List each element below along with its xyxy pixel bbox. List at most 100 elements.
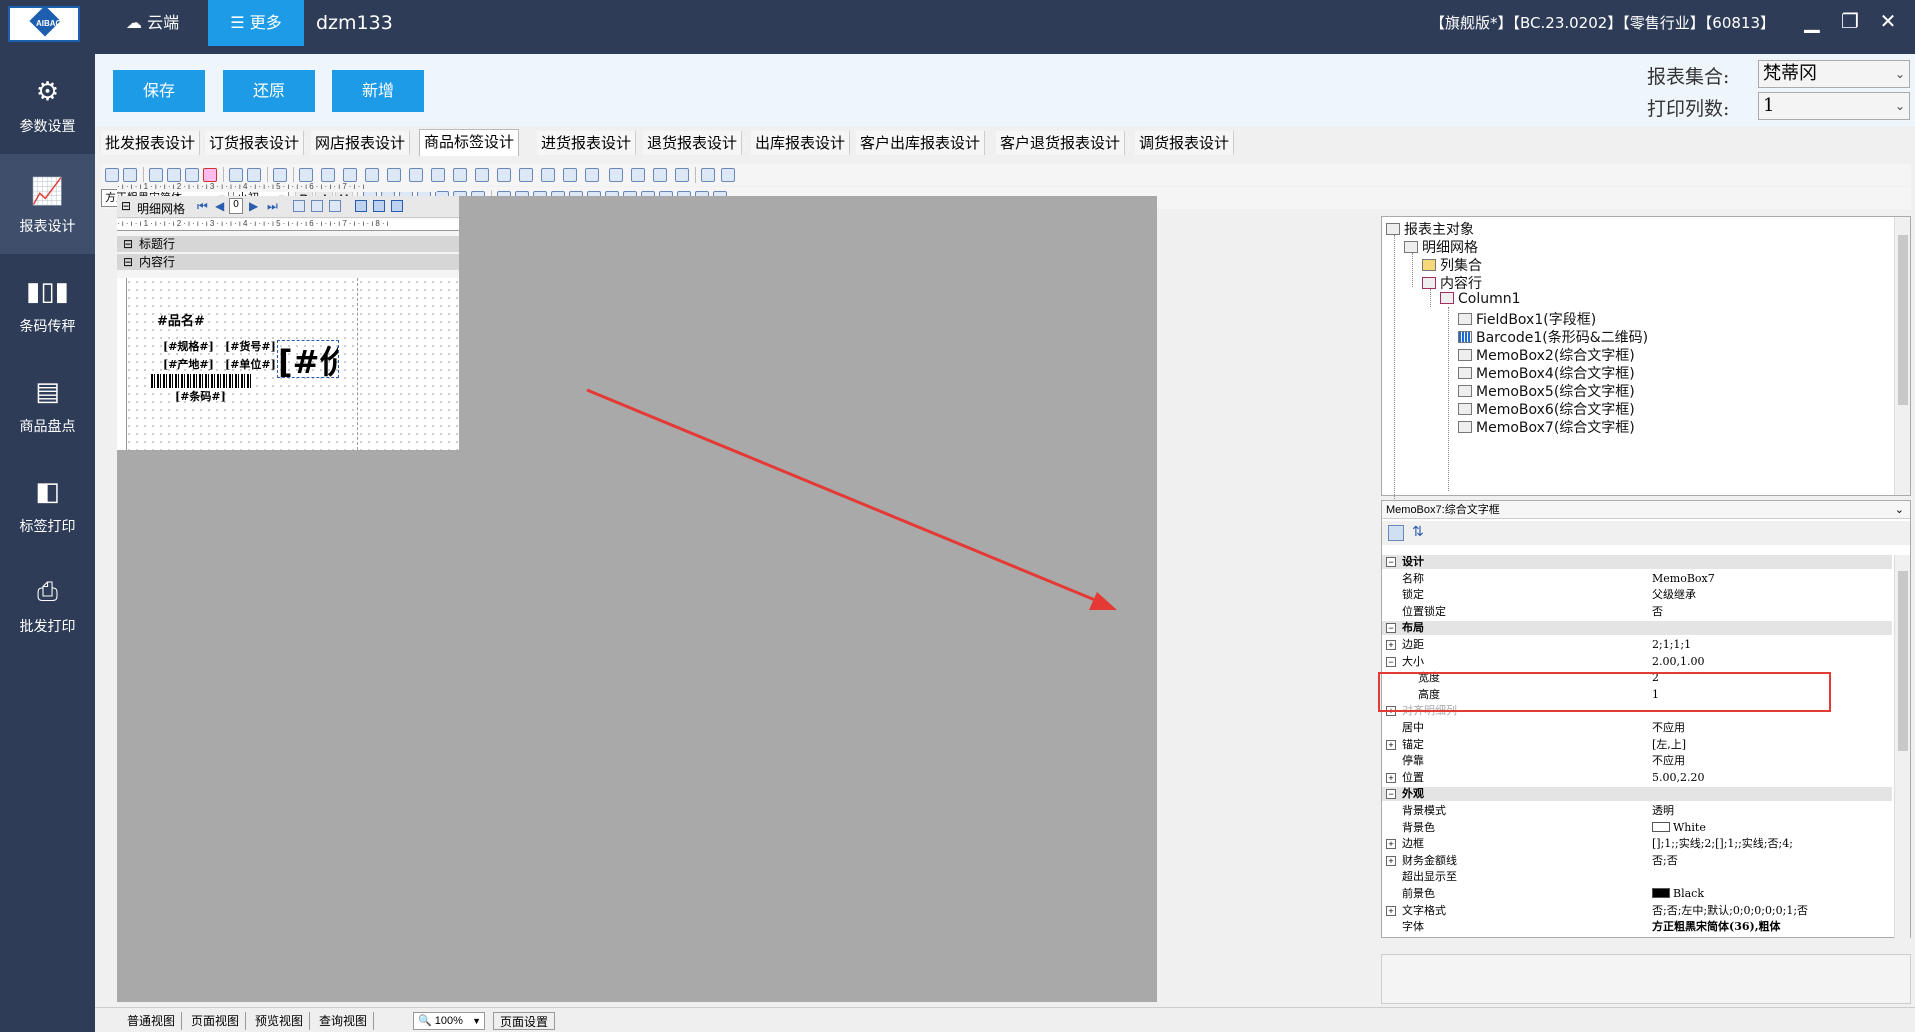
property-row[interactable]: + 文字格式 否;否;左中;默认;0;0;0;0;0;1;否: [1382, 904, 1892, 918]
property-row[interactable]: + 位置 5.00,2.20: [1382, 771, 1892, 785]
tree-node-memobox2[interactable]: MemoBox2(综合文字框): [1458, 345, 1635, 365]
categorized-icon[interactable]: [1388, 525, 1404, 541]
property-row[interactable]: 居中 不应用: [1382, 721, 1892, 735]
expand-icon[interactable]: +: [1386, 640, 1396, 650]
property-row[interactable]: + 边框 [];1;;实线;2;[];1;;实线;否;4;: [1382, 837, 1892, 851]
cloud-button[interactable]: ☁ 云端: [112, 0, 193, 46]
page-setup-button[interactable]: 页面设置: [493, 1012, 556, 1030]
tree-node-memobox6[interactable]: MemoBox6(综合文字框): [1458, 399, 1635, 419]
property-name: 锚定: [1402, 738, 1424, 751]
expand-icon[interactable]: −: [1386, 656, 1396, 667]
expand-icon[interactable]: +: [1386, 772, 1396, 783]
username: dzm133: [316, 12, 393, 34]
property-row[interactable]: 位置锁定 否: [1382, 605, 1892, 619]
expand-icon[interactable]: −: [1386, 623, 1396, 634]
property-name: 停靠: [1402, 755, 1424, 768]
tree-node-barcode1[interactable]: Barcode1(条形码&二维码): [1458, 327, 1648, 347]
sidebar-item-wholesale-print[interactable]: ⎙ 批发打印: [0, 554, 95, 654]
barcode-icon: ▮▯▮: [26, 276, 69, 306]
column-icon: [1440, 292, 1454, 304]
object-selector[interactable]: MemoBox7:综合文字框 ⌄: [1382, 501, 1910, 519]
expand-icon[interactable]: +: [1386, 855, 1396, 866]
property-row[interactable]: 背景色 White: [1382, 821, 1892, 835]
view-preview[interactable]: 预览视图: [249, 1012, 311, 1030]
expand-icon[interactable]: +: [1386, 905, 1396, 916]
property-category[interactable]: − 外观: [1382, 787, 1892, 802]
restore-icon[interactable]: ❐: [1838, 10, 1862, 34]
minimize-icon[interactable]: ▁: [1800, 10, 1824, 34]
property-value[interactable]: 5.00,2.20: [1652, 771, 1704, 785]
property-value[interactable]: 不应用: [1652, 754, 1685, 768]
property-value[interactable]: 否;否;左中;默认;0;0;0;0;0;1;否: [1652, 904, 1808, 918]
property-name: 背景色: [1402, 821, 1435, 834]
close-icon[interactable]: ✕: [1876, 10, 1900, 34]
view-page[interactable]: 页面视图: [185, 1012, 247, 1030]
tree-node-detail-grid[interactable]: 明细网格: [1404, 237, 1478, 257]
more-button[interactable]: ☰ 更多: [208, 0, 304, 46]
tree-scrollbar[interactable]: [1894, 217, 1910, 495]
color-swatch: [1652, 888, 1670, 898]
expand-icon[interactable]: −: [1386, 557, 1396, 567]
highlight-box: [1378, 672, 1831, 712]
property-value[interactable]: 2.00,1.00: [1652, 655, 1704, 669]
property-name: 前景色: [1402, 888, 1435, 900]
property-row[interactable]: 停靠 不应用: [1382, 754, 1892, 768]
property-row[interactable]: 前景色 Black: [1382, 887, 1892, 901]
property-value[interactable]: 透明: [1652, 804, 1674, 818]
expand-icon[interactable]: −: [1386, 789, 1396, 800]
gear-icon: ⚙: [35, 76, 60, 106]
view-normal[interactable]: 普通视图: [121, 1012, 183, 1030]
property-value[interactable]: 否;否: [1652, 854, 1678, 868]
tree-node-columns[interactable]: 列集合: [1422, 255, 1482, 275]
property-row[interactable]: 背景模式 透明: [1382, 804, 1892, 818]
sidebar-item-barcode-scale[interactable]: ▮▯▮ 条码传秤: [0, 254, 95, 354]
property-value[interactable]: Black: [1652, 887, 1704, 901]
tree-node-memobox4[interactable]: MemoBox4(综合文字框): [1458, 363, 1635, 383]
property-category[interactable]: − 布局: [1382, 621, 1892, 636]
expand-icon[interactable]: +: [1386, 739, 1396, 750]
tree-node-fieldbox1[interactable]: FieldBox1(字段框): [1458, 309, 1596, 329]
expand-icon[interactable]: +: [1386, 839, 1396, 850]
property-row[interactable]: 锁定 父级继承: [1382, 588, 1892, 602]
property-scrollbar[interactable]: [1894, 555, 1910, 939]
property-value[interactable]: [];1;;实线;2;[];1;;实线;否;4;: [1652, 837, 1793, 851]
property-row[interactable]: + 锚定 [左,上]: [1382, 738, 1892, 752]
property-value[interactable]: [左,上]: [1652, 738, 1686, 752]
memo-icon: [1458, 403, 1472, 415]
zoom-select[interactable]: 🔍 100% ▼: [413, 1012, 485, 1030]
memo-icon: [1458, 349, 1472, 361]
property-category[interactable]: − 设计: [1382, 555, 1892, 569]
sidebar-item-report-design[interactable]: 📈 报表设计: [0, 154, 95, 254]
property-value[interactable]: 方正粗黑宋简体(36),粗体: [1652, 920, 1781, 934]
sidebar-item-inventory[interactable]: ▤ 商品盘点: [0, 354, 95, 454]
tree-node-memobox5[interactable]: MemoBox5(综合文字框): [1458, 381, 1635, 401]
property-value[interactable]: 父级继承: [1652, 588, 1696, 602]
property-row[interactable]: 字体 方正粗黑宋简体(36),粗体: [1382, 920, 1892, 934]
inventory-icon: ▤: [35, 376, 60, 406]
property-value[interactable]: 2;1;1;1: [1652, 638, 1691, 652]
view-query[interactable]: 查询视图: [313, 1012, 375, 1030]
tree-node-content-row[interactable]: 内容行: [1422, 273, 1482, 293]
property-name: 居中: [1402, 722, 1424, 734]
sidebar-item-params[interactable]: ⚙ 参数设置: [0, 54, 95, 154]
sidebar-item-label-print[interactable]: ◧ 标签打印: [0, 454, 95, 554]
property-name: 名称: [1402, 572, 1424, 585]
status-bar: 普通视图 页面视图 预览视图 查询视图 🔍 100% ▼ 页面设置: [95, 1007, 1915, 1032]
property-value[interactable]: 否: [1652, 605, 1663, 619]
property-row[interactable]: + 边距 2;1;1;1: [1382, 638, 1892, 652]
property-value[interactable]: MemoBox7: [1652, 572, 1715, 586]
property-name: 文字格式: [1402, 904, 1446, 917]
label-icon: ◧: [35, 476, 60, 506]
property-row[interactable]: + 财务金额线 否;否: [1382, 854, 1892, 868]
property-name: 锁定: [1402, 589, 1424, 602]
sort-az-icon[interactable]: ⇅: [1412, 523, 1424, 540]
property-value[interactable]: 不应用: [1652, 721, 1685, 735]
property-row[interactable]: 超出显示至: [1382, 870, 1892, 884]
field-icon: [1458, 313, 1472, 325]
property-row[interactable]: − 大小 2.00,1.00: [1382, 655, 1892, 669]
property-row[interactable]: 名称 MemoBox7: [1382, 572, 1892, 586]
property-value[interactable]: White: [1652, 821, 1706, 835]
tree-node-column1[interactable]: Column1: [1440, 291, 1521, 307]
tree-node-memobox7[interactable]: MemoBox7(综合文字框): [1458, 417, 1635, 437]
tree-node-root[interactable]: 报表主对象: [1386, 219, 1474, 239]
